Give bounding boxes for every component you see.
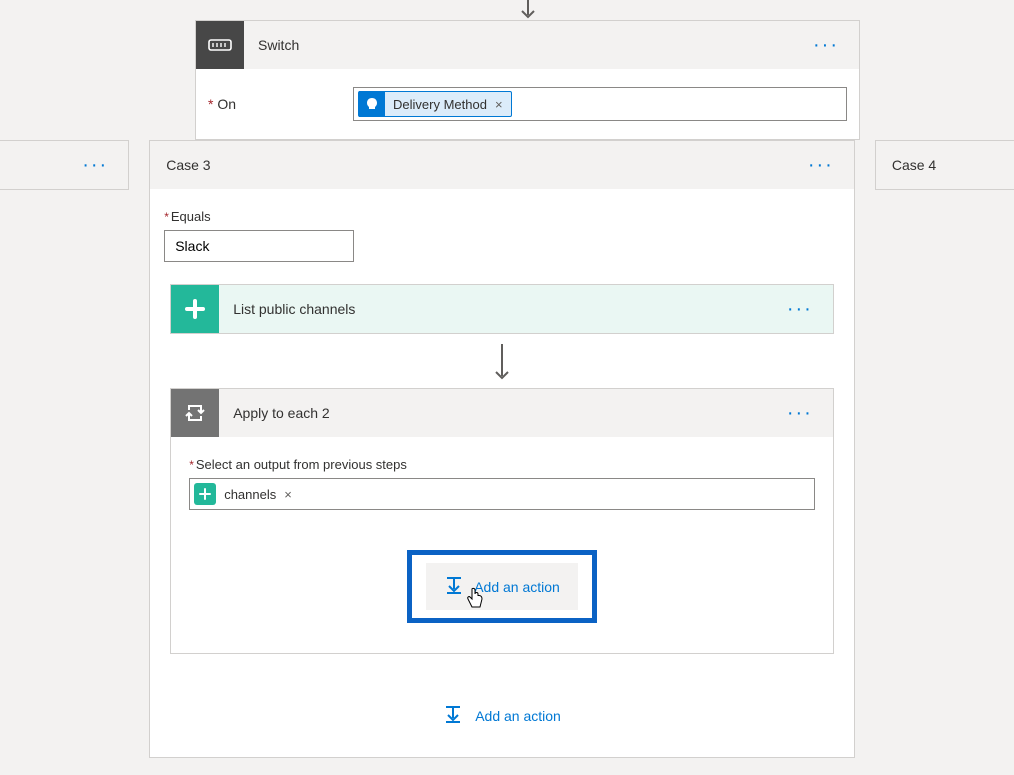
list-channels-card: List public channels ··· <box>170 284 834 334</box>
channels-token-remove-icon[interactable]: × <box>276 487 300 502</box>
token-label: Delivery Method <box>393 97 487 112</box>
case-left-header[interactable]: ··· <box>0 141 128 189</box>
add-action-highlight-frame: Add an action <box>407 550 597 623</box>
switch-menu-button[interactable]: ··· <box>809 35 843 55</box>
token-remove-icon[interactable]: × <box>487 97 511 112</box>
apply-to-each-header[interactable]: Apply to each 2 ··· <box>171 389 833 437</box>
case4-stub: Case 4 <box>875 140 1014 190</box>
switch-on-field[interactable]: Delivery Method × <box>353 87 847 121</box>
slack-small-icon <box>194 483 216 505</box>
switch-title: Switch <box>244 37 809 53</box>
delivery-method-token[interactable]: Delivery Method × <box>358 91 512 117</box>
add-action-icon-outer <box>443 704 463 727</box>
case-left-menu-button[interactable]: ··· <box>78 155 112 175</box>
list-channels-title: List public channels <box>219 301 783 317</box>
apply-to-each-card: Apply to each 2 ··· Select an output fro… <box>170 388 834 654</box>
case3-title: Case 3 <box>166 157 804 173</box>
switch-body: On Delivery Method × <box>196 69 859 139</box>
channels-token[interactable]: channels × <box>194 482 300 506</box>
dynamic-content-icon <box>359 91 385 117</box>
slack-icon <box>171 285 219 333</box>
case3-card: Case 3 ··· Equals List public channels ·… <box>149 140 855 758</box>
add-action-button-outer[interactable]: Add an action <box>443 704 561 727</box>
case3-header[interactable]: Case 3 ··· <box>150 141 854 189</box>
list-channels-header[interactable]: List public channels ··· <box>171 285 833 333</box>
switch-card: Switch ··· On Delivery Method × <box>195 20 860 140</box>
add-action-icon <box>444 575 464 598</box>
case-left-stub: ··· <box>0 140 129 190</box>
apply-to-each-title: Apply to each 2 <box>219 405 783 421</box>
equals-label: Equals <box>164 209 840 224</box>
switch-on-label: On <box>208 96 343 112</box>
add-action-label-inner: Add an action <box>474 579 560 595</box>
loop-icon <box>171 389 219 437</box>
case4-title: Case 4 <box>892 157 998 173</box>
apply-to-each-menu-button[interactable]: ··· <box>783 403 817 423</box>
case3-body: Equals List public channels ··· <box>150 189 854 757</box>
apply-to-each-body: Select an output from previous steps cha… <box>171 437 833 653</box>
add-action-button-inner[interactable]: Add an action <box>426 563 578 610</box>
switch-icon <box>196 21 244 69</box>
switch-header[interactable]: Switch ··· <box>196 21 859 69</box>
channels-token-label: channels <box>224 487 276 502</box>
add-action-label-outer: Add an action <box>475 708 561 724</box>
apply-select-field[interactable]: channels × <box>189 478 815 510</box>
cases-row: ··· Case 3 ··· Equals List publi <box>0 140 1014 758</box>
case4-header[interactable]: Case 4 <box>876 141 1014 189</box>
case3-menu-button[interactable]: ··· <box>804 155 838 175</box>
list-channels-menu-button[interactable]: ··· <box>783 299 817 319</box>
apply-select-label: Select an output from previous steps <box>189 457 815 472</box>
equals-input[interactable] <box>164 230 354 262</box>
flow-arrow-icon <box>164 344 840 384</box>
